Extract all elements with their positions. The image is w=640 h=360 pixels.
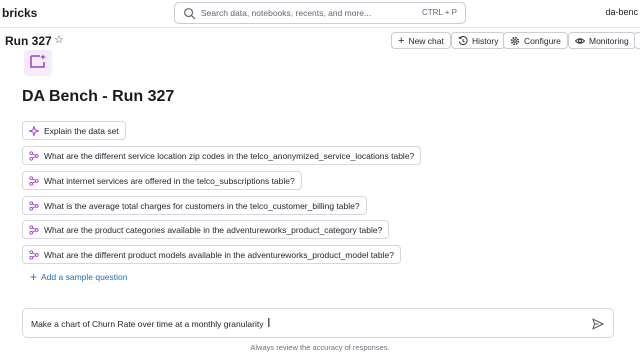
chat-sparkle-icon [30,54,46,68]
history-icon [458,35,468,45]
page-title: Run 327 [5,34,52,48]
workspace-user[interactable]: da-benc [605,7,638,17]
sparkle-icon [29,125,39,136]
search-shortcut: CTRL + P [421,8,457,17]
eye-icon [575,37,585,44]
query-icon [29,249,39,260]
star-icon[interactable]: ☆ [54,33,64,46]
new-chat-label: New chat [408,35,444,46]
query-icon [29,224,39,235]
add-sample-question-link[interactable]: + Add a sample question [30,270,128,284]
accuracy-disclaimer: Always review the accuracy of responses. [250,343,390,352]
search-placeholder: Search data, notebooks, recents, and mor… [201,8,372,18]
configure-button[interactable]: Configure [503,32,568,49]
query-icon [29,150,39,161]
sample-question[interactable]: What are the different service location … [22,146,422,165]
brand-logo[interactable]: bricks [2,6,37,20]
query-icon [29,200,39,211]
sample-question[interactable]: What are the different product models av… [22,245,401,264]
sample-question-label: What are the different product models av… [44,249,394,260]
space-title: DA Bench - Run 327 [22,88,175,105]
sample-question-label: What are the product categories availabl… [44,224,383,235]
chat-input-text[interactable]: Make a chart of Churn Rate over time at … [31,319,263,329]
history-button[interactable]: History [451,32,506,49]
sample-question-label: What internet services are offered in th… [44,175,295,186]
gear-icon [510,36,520,45]
sample-question[interactable]: What internet services are offered in th… [22,171,302,190]
monitoring-label: Monitoring [589,35,629,46]
text-cursor-icon: I [267,315,271,330]
genie-logo-tile [24,50,52,76]
history-label: History [472,35,499,46]
sample-question[interactable]: What is the average total charges for cu… [22,196,367,215]
sample-question-label: Explain the data set [44,125,119,136]
global-search[interactable]: Search data, notebooks, recents, and mor… [174,2,466,24]
add-sample-question-label: Add a sample question [41,272,128,282]
monitoring-button[interactable]: Monitoring [568,32,636,49]
configure-label: Configure [524,35,561,46]
more-button[interactable] [634,32,640,49]
plus-icon: + [30,270,38,284]
sample-question[interactable]: What are the product categories availabl… [22,220,390,239]
sample-question-explain[interactable]: Explain the data set [22,121,126,140]
sample-question-label: What is the average total charges for cu… [44,200,360,211]
search-icon [184,8,196,20]
title-bar: Run 327 ☆ + New chat History Configure M… [0,30,640,52]
plus-icon: + [398,34,405,47]
sample-question-label: What are the different service location … [44,150,415,161]
query-icon [29,175,39,186]
chat-input[interactable]: Make a chart of Churn Rate over time at … [22,308,614,338]
new-chat-button[interactable]: + New chat [391,32,451,49]
top-bar: bricks Search data, notebooks, recents, … [0,0,640,28]
send-icon[interactable] [592,318,604,330]
